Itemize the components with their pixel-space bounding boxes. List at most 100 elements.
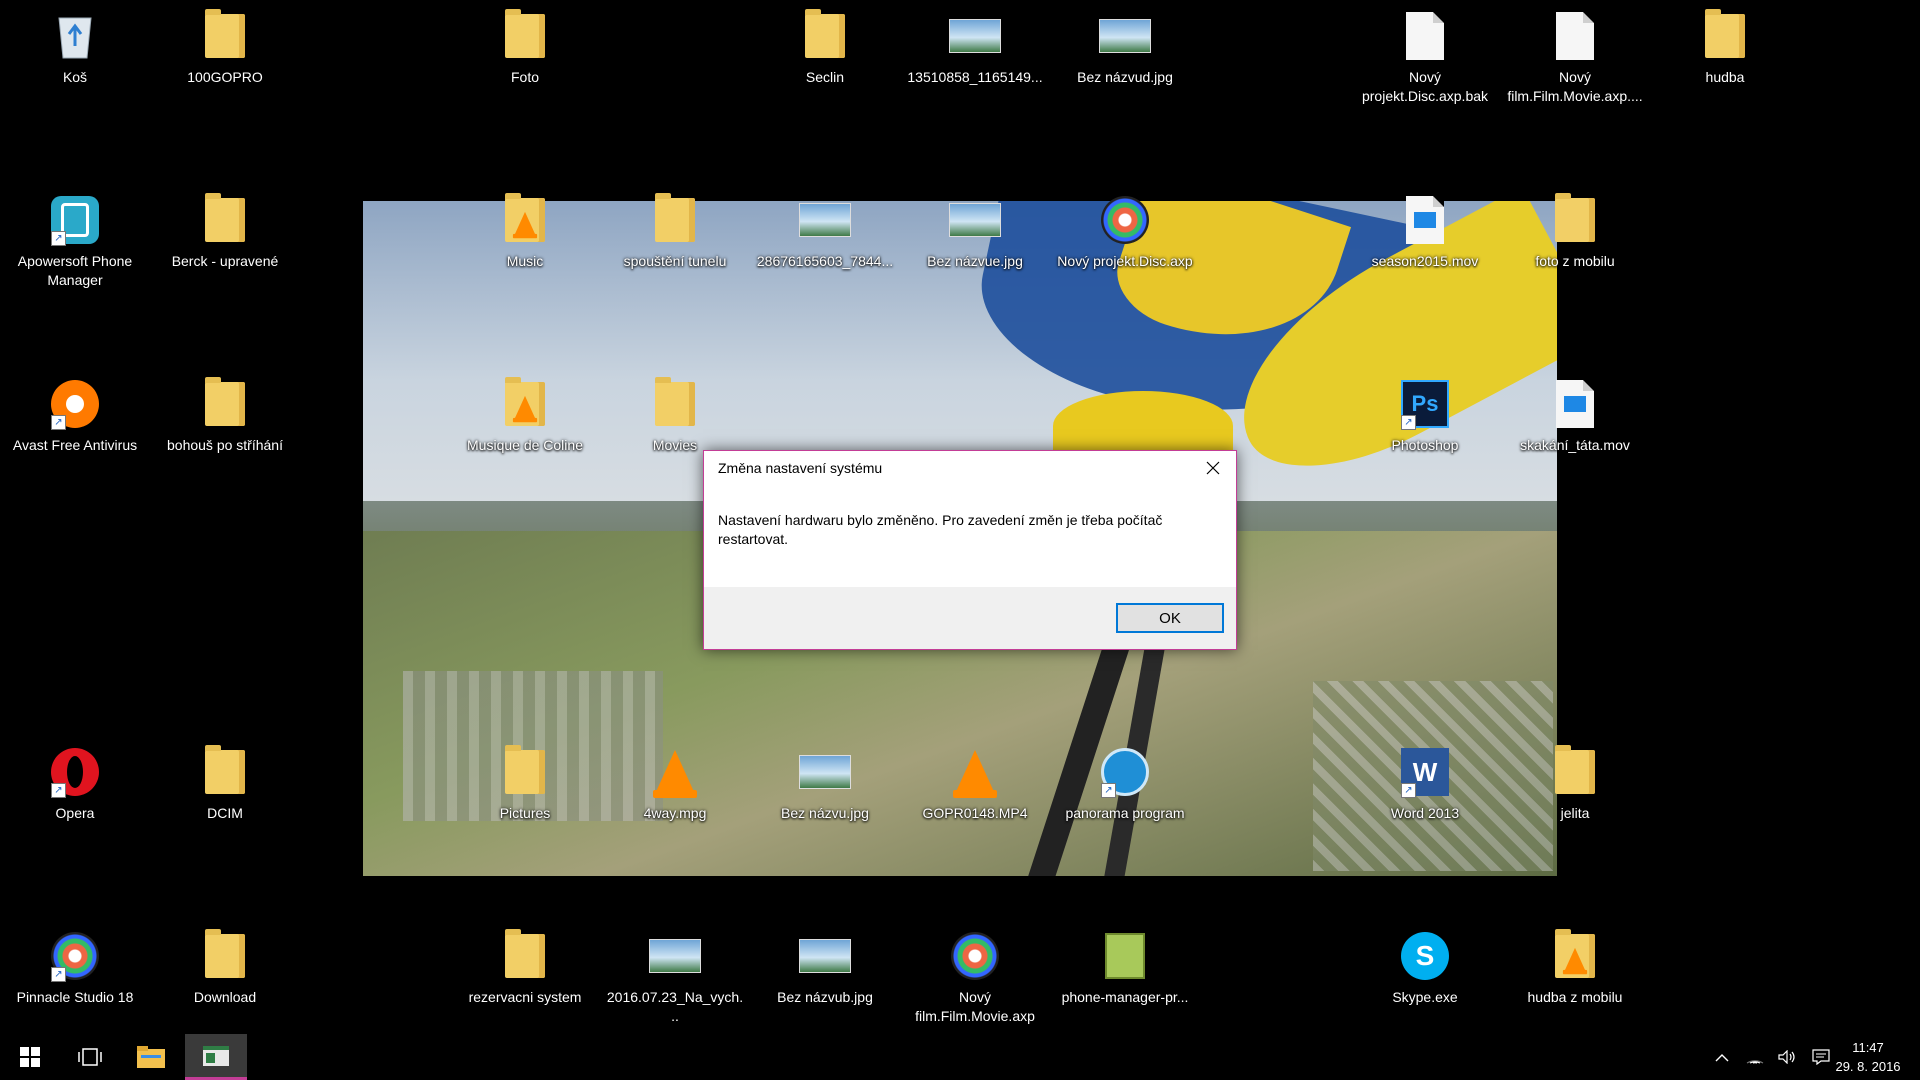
system-settings-dialog: Změna nastavení systému Nastavení hardwa… (703, 450, 1237, 650)
vlc-folder-icon (499, 193, 551, 246)
desktop-icon-label: Bez názvue.jpg (927, 253, 1023, 269)
desktop-icon[interactable]: Bez názvue.jpg (905, 194, 1045, 271)
desktop-icon-label: Nový film.Film.Movie.axp (915, 989, 1035, 1024)
folder-icon (499, 929, 551, 982)
folder-icon (499, 9, 551, 62)
desktop-icon[interactable]: Nový projekt.Disc.axp.bak (1355, 10, 1495, 106)
installer-icon (1099, 930, 1151, 982)
desktop-icon[interactable]: 28676165603_7844... (755, 194, 895, 271)
desktop-icon[interactable]: hudba z mobilu (1505, 929, 1645, 1007)
taskbar-clock[interactable]: 11:47 29. 8. 2016 (1828, 1034, 1908, 1080)
desktop-icon[interactable]: 4way.mpg (605, 746, 745, 823)
desktop-icon[interactable]: hudba (1655, 9, 1795, 87)
desktop-icon-label: phone-manager-pr... (1061, 989, 1189, 1005)
desktop-icon[interactable]: Bez názvud.jpg (1055, 10, 1195, 87)
windows-start-icon[interactable] (6, 1034, 54, 1080)
desktop-icon[interactable]: Movies (605, 377, 745, 455)
pinnacle-icon (1099, 194, 1151, 246)
desktop-icon-label: Bez názvu.jpg (781, 805, 869, 821)
desktop-icon[interactable]: phone-manager-pr... (1055, 930, 1195, 1007)
desktop-icon-label: Musique de Coline (467, 437, 583, 453)
image-file-icon (949, 10, 1001, 62)
desktop-icon[interactable]: season2015.mov (1355, 194, 1495, 271)
task-view-icon[interactable] (66, 1034, 114, 1080)
desktop-icon[interactable]: Nový film.Film.Movie.axp.... (1505, 10, 1645, 106)
folder-icon (199, 377, 251, 430)
desktop-icon-label: 100GOPRO (187, 69, 263, 85)
desktop-icon[interactable]: Pictures (455, 745, 595, 823)
desktop-icon[interactable]: Apowersoft Phone Manager (5, 194, 145, 290)
desktop-icon[interactable]: bohouš po stříhání (155, 377, 295, 455)
dialog-titlebar[interactable]: Změna nastavení systému (704, 451, 1236, 485)
desktop-icon[interactable]: DCIM (155, 745, 295, 823)
image-file-icon (799, 194, 851, 246)
desktop-icon-label: Bez názvud.jpg (1077, 69, 1173, 85)
desktop-icon-label: Bez názvub.jpg (777, 989, 873, 1005)
vlc-folder-icon (1549, 929, 1601, 982)
desktop-icon[interactable]: Ps Photoshop (1355, 378, 1495, 455)
desktop-icon[interactable]: 2016.07.23_Na_vych... (605, 930, 745, 1026)
image-file-icon (949, 194, 1001, 246)
desktop-icon[interactable]: Seclin (755, 9, 895, 87)
desktop-icon-label: Pictures (499, 805, 551, 821)
desktop-icon[interactable]: 13510858_1165149... (905, 10, 1045, 87)
desktop-icon[interactable]: W Word 2013 (1355, 746, 1495, 823)
desktop-icon[interactable]: Pinnacle Studio 18 (5, 930, 145, 1007)
blank-file-icon (1399, 10, 1451, 62)
dialog-message: Nastavení hardwaru bylo změněno. Pro zav… (718, 512, 1163, 547)
active-dialog-taskbar-button[interactable] (185, 1034, 247, 1080)
desktop-icon[interactable]: Berck - upravené (155, 193, 295, 271)
desktop-icon[interactable]: Music (455, 193, 595, 271)
desktop-icon-label: DCIM (207, 805, 243, 821)
desktop-icon[interactable]: Nový film.Film.Movie.axp (905, 930, 1045, 1026)
apowersoft-icon (49, 194, 101, 246)
vlc-folder-icon (499, 377, 551, 430)
desktop-icon-label: foto z mobilu (1535, 253, 1615, 269)
chevron-up-icon[interactable] (1707, 1034, 1737, 1080)
opera-icon (49, 746, 101, 798)
desktop-icon[interactable]: S Skype.exe (1355, 930, 1495, 1007)
video-file-icon (1399, 194, 1451, 246)
word-icon: W (1399, 746, 1451, 798)
desktop-icon-label: Koš (62, 69, 88, 85)
desktop-icon[interactable]: spouštění tunelu (605, 193, 745, 271)
desktop-icon[interactable]: Download (155, 929, 295, 1007)
file-explorer-icon[interactable] (127, 1034, 175, 1080)
desktop-icon-label: hudba (1705, 69, 1745, 85)
ok-button[interactable]: OK (1116, 603, 1224, 633)
system-dialog-app-icon (203, 1045, 229, 1066)
desktop-icon[interactable]: Bez názvu.jpg (755, 746, 895, 823)
desktop-icon[interactable]: rezervacni system (455, 929, 595, 1007)
desktop-icon[interactable]: jelita (1505, 745, 1645, 823)
volume-icon[interactable] (1772, 1034, 1802, 1080)
pinnacle-icon (49, 930, 101, 982)
desktop-icon[interactable]: Koš (5, 10, 145, 87)
desktop-icon-label: spouštění tunelu (623, 253, 727, 269)
folder-icon (799, 9, 851, 62)
recycle-bin-icon (49, 10, 101, 62)
desktop-icon-label: Nový projekt.Disc.axp.bak (1361, 69, 1489, 104)
desktop-icon-label: Skype.exe (1392, 989, 1458, 1005)
desktop-icon[interactable]: panorama program (1055, 746, 1195, 823)
desktop-icon[interactable]: Foto (455, 9, 595, 87)
image-file-icon (649, 930, 701, 982)
folder-icon (199, 9, 251, 62)
desktop-icon[interactable]: Avast Free Antivirus (5, 378, 145, 455)
desktop-icon-label: panorama program (1065, 805, 1185, 821)
desktop-icon[interactable]: GOPR0148.MP4 (905, 746, 1045, 823)
desktop-icon[interactable]: Musique de Coline (455, 377, 595, 455)
desktop-icon-label: Download (193, 989, 257, 1005)
desktop-icon[interactable]: Nový projekt.Disc.axp (1055, 194, 1195, 271)
desktop-icon[interactable]: Bez názvub.jpg (755, 930, 895, 1007)
desktop-icon-label: Movies (652, 437, 698, 453)
desktop-icon[interactable]: foto z mobilu (1505, 193, 1645, 271)
desktop-icon-label: season2015.mov (1371, 253, 1479, 269)
close-icon[interactable] (1190, 451, 1236, 485)
skype-icon: S (1399, 930, 1451, 982)
desktop-icon-label: rezervacni system (468, 989, 582, 1005)
folder-icon (1549, 745, 1601, 798)
desktop-icon[interactable]: Opera (5, 746, 145, 823)
wifi-icon[interactable] (1740, 1034, 1770, 1080)
desktop-icon[interactable]: skakání_táta.mov (1505, 378, 1645, 455)
desktop-icon[interactable]: 100GOPRO (155, 9, 295, 87)
